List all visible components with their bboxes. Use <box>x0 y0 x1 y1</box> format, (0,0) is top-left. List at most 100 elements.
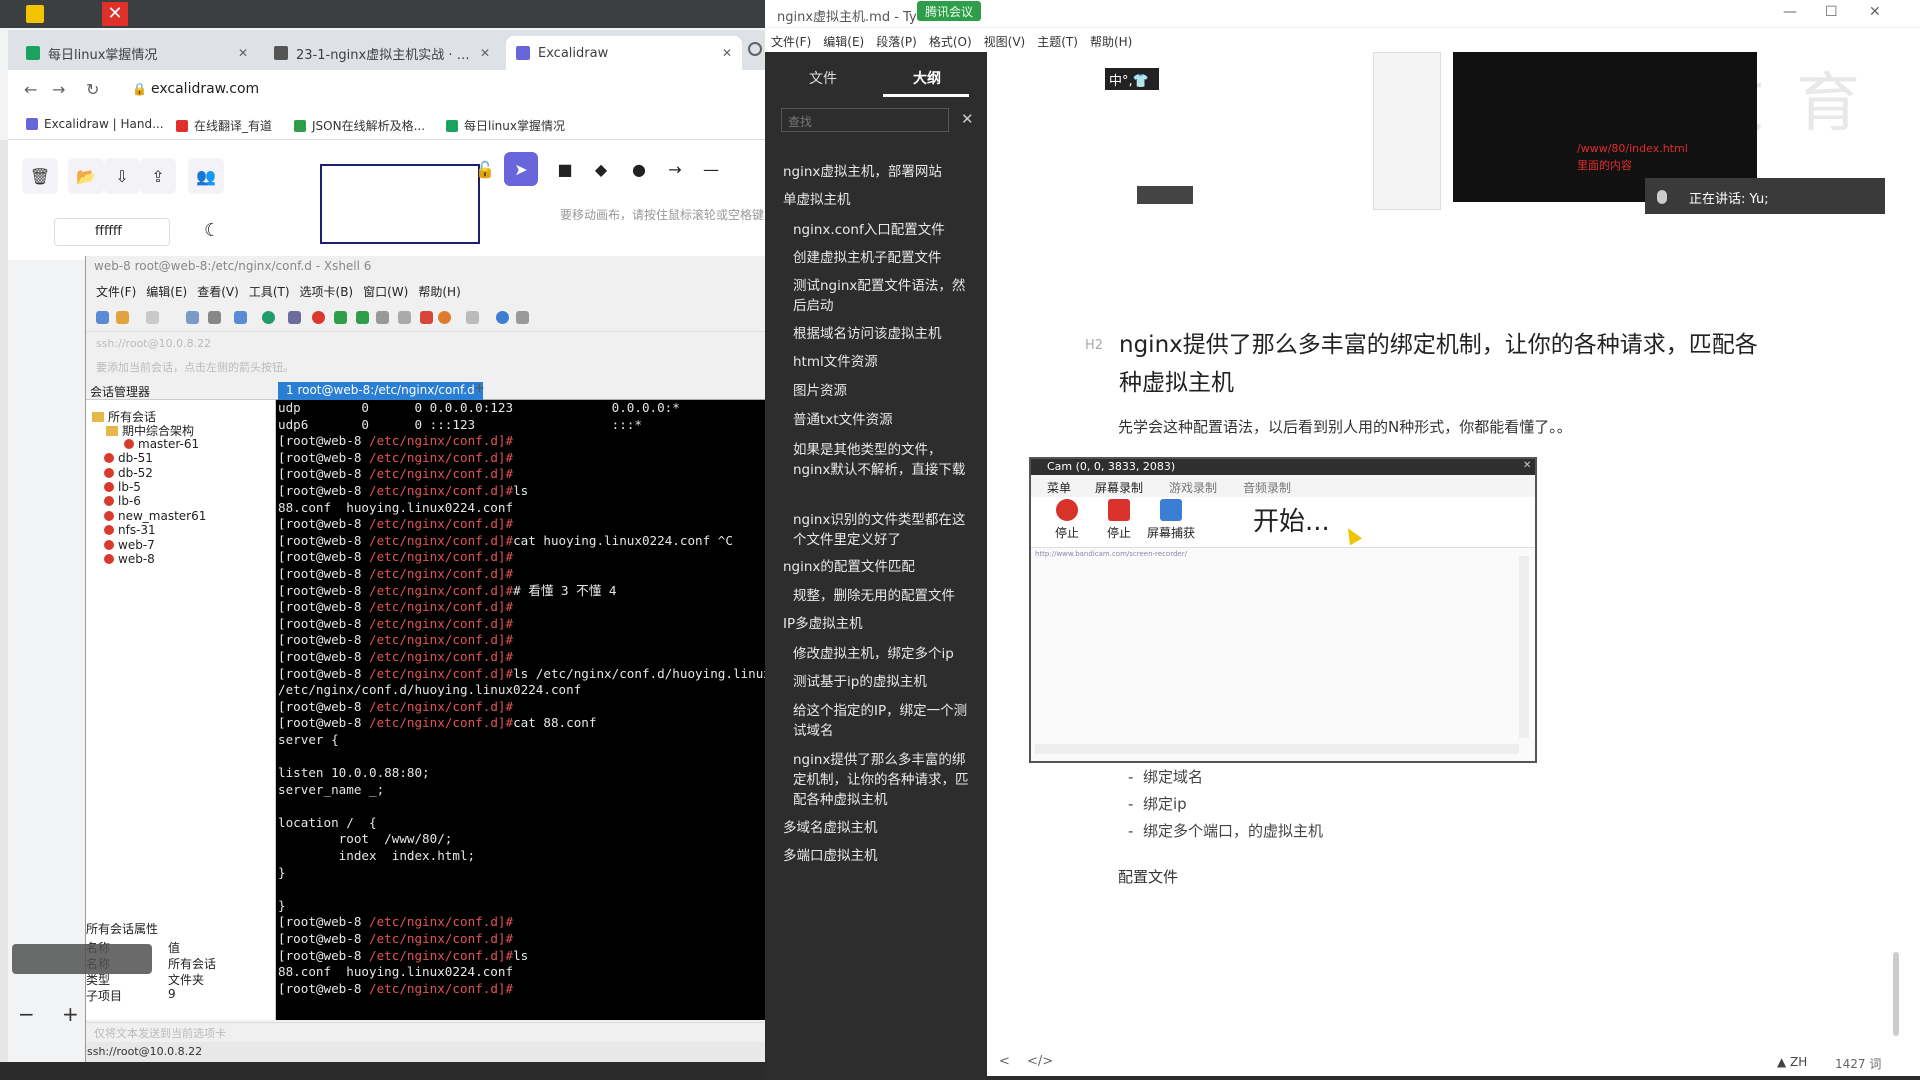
menu-item[interactable]: 查看(V) <box>197 283 239 302</box>
globe-icon[interactable] <box>262 311 275 324</box>
close-icon[interactable]: ✕ <box>961 110 974 128</box>
url-input[interactable]: excalidraw.com <box>151 81 259 97</box>
toggle-sidebar-icon[interactable]: < <box>999 1054 1010 1069</box>
forward-arrow-icon[interactable]: → <box>52 80 65 99</box>
browser-tab-gitbook[interactable]: 23-1-nginx虚拟主机实战 · GitB ✕ <box>264 36 500 70</box>
line-tool-icon[interactable]: — <box>694 152 728 186</box>
horizontal-scrollbar[interactable] <box>1035 744 1519 754</box>
menu-item[interactable]: 格式(O) <box>929 33 972 52</box>
chat-icon[interactable] <box>516 311 529 324</box>
maximize-icon[interactable]: ☐ <box>1825 4 1838 20</box>
terminal-output[interactable]: udp 0 0 0.0.0.0:123 0.0.0.0:* udp6 0 0 ::… <box>276 400 766 1020</box>
background-color-input[interactable]: ffffff <box>54 218 170 246</box>
add-tab-icon[interactable]: + <box>474 381 485 396</box>
font-icon[interactable] <box>288 311 301 324</box>
stop-button[interactable]: 停止 <box>1043 499 1091 545</box>
outline-item[interactable]: nginx的配置文件匹配 <box>783 557 979 577</box>
outline-item[interactable]: 图片资源 <box>793 381 969 401</box>
outline-search-input[interactable]: 查找 <box>781 108 949 132</box>
menu-item[interactable]: 窗口(W) <box>363 283 408 302</box>
language-indicator[interactable]: ▲ ZH <box>1777 1055 1807 1069</box>
profile-icon[interactable] <box>748 42 762 56</box>
tab-close-icon[interactable]: ✕ <box>238 46 248 60</box>
editor-scrollbar[interactable] <box>1893 952 1899 1036</box>
close-icon[interactable]: ✕ <box>102 2 128 26</box>
lock-icon[interactable]: 🔓 <box>468 152 502 186</box>
pen-icon[interactable] <box>420 311 433 324</box>
tree-session[interactable]: db-52 <box>104 466 153 480</box>
recorder-link[interactable]: http://www.bandicam.com/screen-recorder/ <box>1035 550 1187 558</box>
outline-item[interactable]: 测试基于ip的虚拟主机 <box>793 672 969 692</box>
minimize-icon[interactable]: — <box>1783 4 1797 20</box>
bookmark-item[interactable]: 每日linux掌握情况 <box>446 117 565 134</box>
outline-item[interactable]: 给这个指定的IP，绑定一个测试域名 <box>793 701 969 741</box>
tree-session[interactable]: lb-5 <box>104 480 141 494</box>
tree-session[interactable]: master-61 <box>124 437 199 451</box>
terminal-tab[interactable]: 1 root@web-8:/etc/nginx/conf.d <box>278 382 483 400</box>
excalidraw-canvas[interactable]: 🗑 📂 ⇩ ⇪ 👥 🔓 ➤ ■ ◆ ● → — # ffffff ☾ 要移动画布… <box>8 140 765 260</box>
outline-item[interactable]: IP多虚拟主机 <box>783 614 979 634</box>
lock-icon[interactable] <box>376 311 389 324</box>
outline-item[interactable]: 多端口虚拟主机 <box>783 846 979 866</box>
menu-item[interactable]: 段落(P) <box>876 33 917 52</box>
diamond-tool-icon[interactable]: ◆ <box>584 152 618 186</box>
menu-item[interactable]: 文件(F) <box>96 283 136 302</box>
reload-icon[interactable]: ↻ <box>86 80 99 99</box>
reconnect-icon[interactable] <box>146 311 159 324</box>
pause-button[interactable]: 停止 <box>1095 499 1143 545</box>
source-code-icon[interactable]: </> <box>1027 1054 1053 1069</box>
tree-session[interactable]: db-51 <box>104 451 153 465</box>
recorder-tab[interactable]: 菜单 <box>1047 479 1071 496</box>
outline-item[interactable]: 规整，删除无用的配置文件 <box>793 586 969 606</box>
new-session-icon[interactable] <box>96 311 109 324</box>
tab-outline[interactable]: 大纲 <box>913 68 941 88</box>
trash-icon[interactable]: 🗑 <box>22 158 58 194</box>
tree-session[interactable]: nfs-31 <box>104 523 156 537</box>
zoom-out-button[interactable]: − <box>18 1002 35 1026</box>
outline-item[interactable]: nginx.conf入口配置文件 <box>793 220 969 240</box>
collaborate-icon[interactable]: 👥 <box>188 158 224 194</box>
browser-tab-excalidraw[interactable]: Excalidraw ✕ <box>506 36 742 70</box>
xftp-icon[interactable] <box>312 311 325 324</box>
bookmark-item[interactable]: Excalidraw | Hand... <box>26 117 164 131</box>
settings-icon[interactable] <box>438 311 451 324</box>
properties-icon[interactable] <box>234 311 247 324</box>
recorder-tab[interactable]: 屏幕录制 <box>1095 479 1143 496</box>
save-icon[interactable]: ⇩ <box>104 158 140 194</box>
rectangle-tool-icon[interactable]: ■ <box>548 152 582 186</box>
tab-close-icon[interactable]: ✕ <box>480 46 490 60</box>
close-icon[interactable]: ✕ <box>1523 460 1531 471</box>
arrow-tool-icon[interactable]: → <box>658 152 692 186</box>
zoom-in-button[interactable]: + <box>62 1002 79 1026</box>
outline-item[interactable]: nginx提供了那么多丰富的绑定机制，让你的各种请求，匹配各种虚拟主机 <box>793 750 969 810</box>
word-count[interactable]: 1427 词 <box>1835 1055 1881 1072</box>
tree-session[interactable]: web-7 <box>104 538 155 552</box>
tree-session[interactable]: new_master61 <box>104 509 206 523</box>
outline-item[interactable]: nginx识别的文件类型都在这个文件里定义好了 <box>793 510 969 550</box>
menu-item[interactable]: 选项卡(B) <box>300 283 354 302</box>
outline-item[interactable]: 多域名虚拟主机 <box>783 818 979 838</box>
help-icon[interactable] <box>496 311 509 324</box>
menu-item[interactable]: 编辑(E) <box>823 33 864 52</box>
screenshot-button[interactable]: 屏幕捕获 <box>1147 499 1195 545</box>
fullscreen-icon[interactable] <box>356 311 369 324</box>
copy-icon[interactable] <box>186 311 199 324</box>
export-icon[interactable]: ⇪ <box>140 158 176 194</box>
outline-item[interactable]: html文件资源 <box>793 352 969 372</box>
outline-item[interactable]: 根据域名访问该虚拟主机 <box>793 324 969 344</box>
drawn-rectangle[interactable] <box>320 164 480 244</box>
menu-item[interactable]: 帮助(H) <box>418 283 460 302</box>
outline-item[interactable]: nginx虚拟主机，部署网站 <box>783 162 979 182</box>
bookmark-item[interactable]: JSON在线解析及格... <box>294 117 425 134</box>
keyboard-icon[interactable] <box>398 311 411 324</box>
menu-item[interactable]: 帮助(H) <box>1090 33 1132 52</box>
ellipse-tool-icon[interactable]: ● <box>622 152 656 186</box>
outline-item[interactable]: 单虚拟主机 <box>783 190 979 210</box>
menu-item[interactable]: 视图(V) <box>984 33 1026 52</box>
tree-session[interactable]: lb-6 <box>104 494 141 508</box>
bookmark-item[interactable]: 在线翻译_有道 <box>176 117 272 134</box>
menu-item[interactable]: 编辑(E) <box>146 283 187 302</box>
outline-item[interactable]: 修改虚拟主机，绑定多个ip <box>793 644 969 664</box>
recorder-tab[interactable]: 音频录制 <box>1243 479 1291 496</box>
tab-close-icon[interactable]: ✕ <box>722 46 732 60</box>
